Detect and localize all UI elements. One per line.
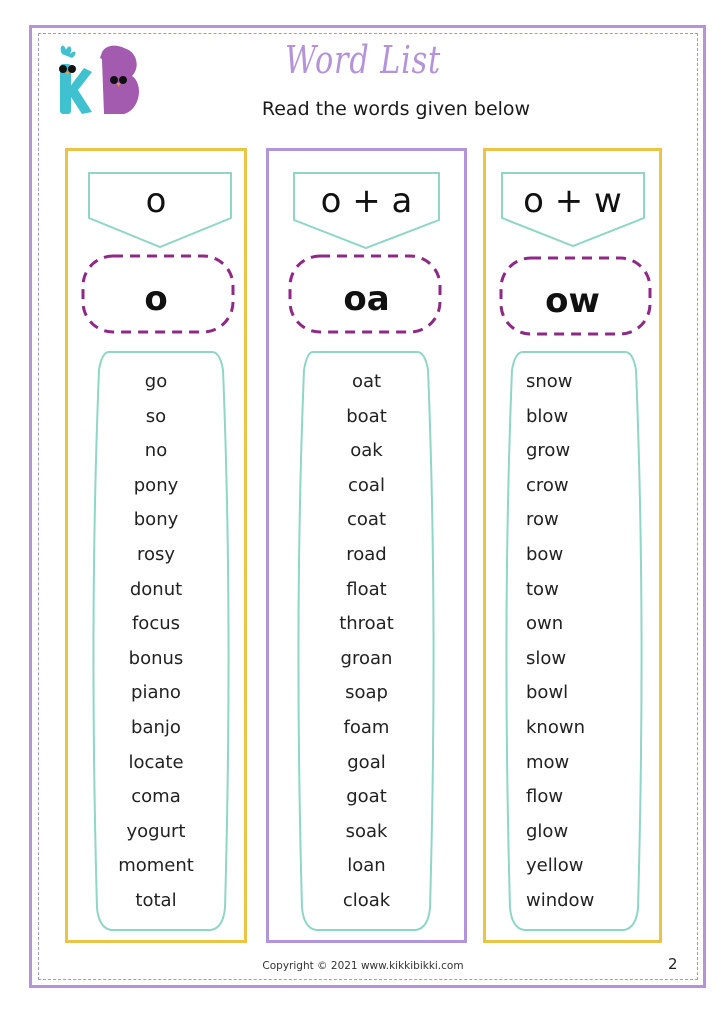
word-item: cloak [342,889,391,911]
page-subtitle: Read the words given below [261,98,531,120]
word-item: bonus [128,647,184,669]
word-item: snow [526,371,573,392]
word-item: goat [346,786,387,808]
word-item: slow [526,647,567,669]
word-item: rosy [136,543,176,565]
word-item: locate [128,751,184,773]
formula-label: o [145,181,167,221]
word-item: oat [351,371,382,392]
word-item: yellow [526,855,584,877]
word-item: glow [526,820,569,842]
copyright-footer: Copyright © 2021 www.kikkibikki.com [262,960,464,972]
word-item: no [144,440,168,462]
word-item: tow [526,578,559,600]
word-item: coma [131,786,181,808]
word-item: soak [345,820,388,842]
word-item: oak [350,440,383,462]
formula-label: o + w [523,181,622,221]
page-title: Word List [284,38,442,82]
word-item: banjo [131,716,181,738]
word-item: groan [340,647,393,669]
word-item: coal [348,474,385,496]
word-item: bowl [526,682,569,704]
word-item: throat [339,613,394,635]
word-item: pony [133,474,179,496]
word-list: oat boat oak coal coat road float throat… [269,365,464,919]
word-item: so [145,405,167,427]
word-item: yogurt [126,820,186,842]
sound-label: oa [343,279,390,319]
word-item: own [526,613,564,635]
word-item: total [135,889,177,911]
column-oa: o + a oa oat boat oak coal coat road flo… [266,148,467,943]
word-item: bow [526,543,564,565]
word-item: known [526,716,585,738]
word-item: piano [131,682,181,704]
word-item: moment [118,855,194,877]
word-item: donut [129,578,183,600]
word-item: road [346,543,387,565]
word-item: go [144,371,168,392]
sound-label: ow [545,281,600,321]
word-item: goal [347,751,386,773]
sound-label: o [144,279,168,319]
word-item: focus [131,613,181,635]
word-item: crow [526,474,569,496]
word-item: boat [346,405,387,427]
word-item: coat [347,509,386,531]
word-item: blow [526,405,569,427]
word-list: snow blow grow crow row bow tow own slow… [486,365,659,919]
word-item: mow [526,751,570,773]
word-item: float [346,578,387,600]
word-item: soap [345,682,388,704]
word-item: bony [133,509,179,531]
page-number: 2 [668,955,678,973]
word-item: foam [343,716,390,738]
formula-label: o + a [320,181,413,221]
column-o: o o go so no pony bony rosy donut focus … [65,148,247,943]
word-item: loan [347,855,386,877]
word-list: go so no pony bony rosy donut focus bonu… [68,365,244,919]
word-item: window [526,889,595,911]
word-item: flow [526,786,564,808]
word-item: row [526,509,559,531]
word-item: grow [526,440,571,462]
column-ow: o + w ow snow blow grow crow row bow tow… [483,148,662,943]
